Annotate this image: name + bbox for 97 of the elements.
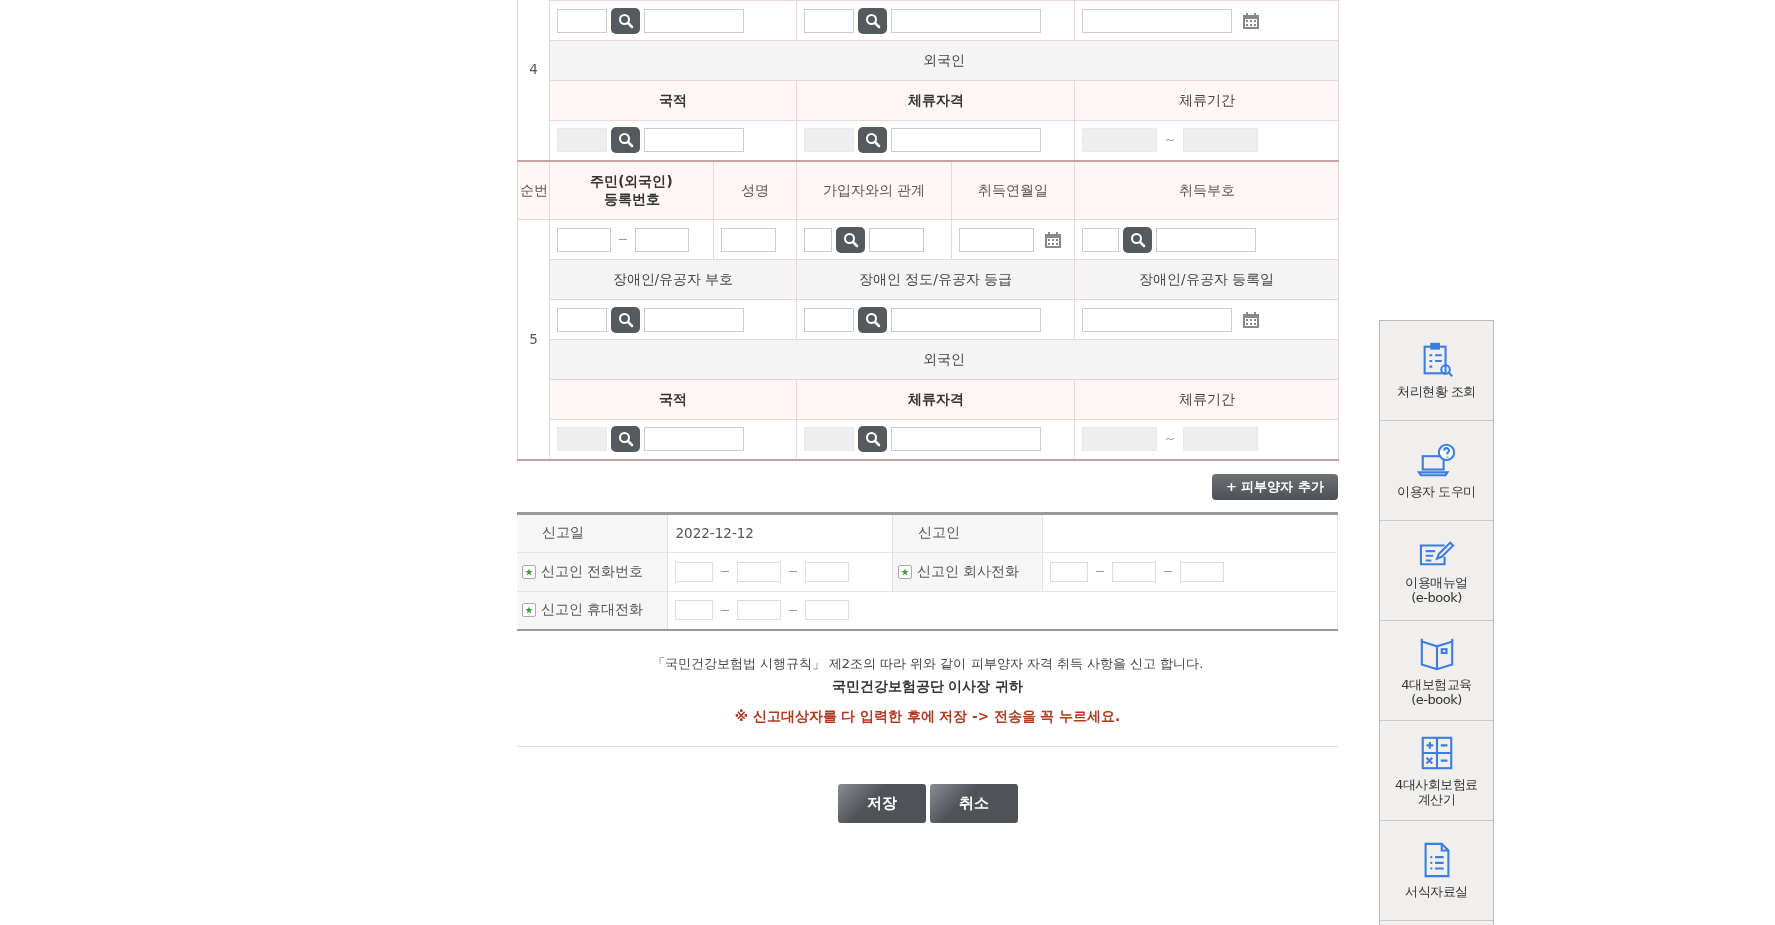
input-field[interactable]	[674, 600, 713, 621]
section-label: 외국인	[549, 40, 1339, 81]
dash-icon	[720, 609, 729, 611]
field-label: 신고인	[916, 524, 960, 542]
tilde-icon	[1165, 137, 1175, 144]
section-label: 외국인	[549, 339, 1339, 380]
input-field[interactable]	[1179, 561, 1224, 582]
search-icon	[617, 132, 634, 149]
input-field[interactable]	[804, 8, 854, 33]
input-field[interactable]	[1049, 561, 1088, 582]
add-dependent-button[interactable]: + 피부양자 추가	[1212, 473, 1338, 500]
input-field[interactable]	[1082, 8, 1232, 33]
input-field[interactable]	[644, 128, 744, 153]
column-header: 순번	[517, 160, 550, 220]
search-icon	[617, 311, 634, 328]
column-header: 취득부호	[1074, 160, 1339, 220]
field-label: 신고인 전화번호	[541, 562, 644, 581]
column-header: 국적	[549, 379, 797, 420]
input-field[interactable]	[736, 561, 781, 582]
input-field[interactable]	[1156, 227, 1256, 252]
input-field[interactable]	[635, 227, 689, 252]
search-button[interactable]	[858, 127, 887, 154]
column-header: 체류기간	[1074, 379, 1339, 420]
column-header: 체류기간	[1074, 80, 1339, 121]
search-icon	[864, 311, 881, 328]
field-label: 신고일	[541, 524, 584, 542]
warning-text: ※ 신고대상자를 다 입력한 후에 저장 -> 전송을 꼭 누르세요.	[733, 708, 1122, 726]
input-field[interactable]	[674, 561, 713, 582]
input-field[interactable]	[804, 307, 854, 332]
search-icon	[864, 132, 881, 149]
input-field[interactable]	[644, 307, 744, 332]
input-field[interactable]	[891, 307, 1041, 332]
search-button[interactable]	[858, 7, 887, 34]
column-header: 취득연월일	[951, 160, 1075, 220]
search-icon	[617, 431, 634, 448]
search-icon	[842, 231, 859, 248]
search-icon	[617, 12, 634, 29]
input-field[interactable]	[736, 600, 781, 621]
dash-icon	[619, 239, 627, 240]
input-field[interactable]	[1082, 227, 1119, 252]
search-button[interactable]	[858, 426, 887, 453]
input-field[interactable]	[891, 8, 1041, 33]
column-header: 가입자와의 관계	[796, 160, 952, 220]
column-header: 장애인/유공자 부호	[549, 259, 797, 300]
column-header: 성명	[713, 160, 797, 220]
input-field[interactable]	[557, 8, 607, 33]
required-icon	[897, 564, 912, 579]
input-field[interactable]	[1111, 561, 1156, 582]
input-field[interactable]	[804, 600, 849, 621]
input-field[interactable]	[959, 227, 1034, 252]
dash-icon	[788, 571, 797, 572]
dash-icon	[788, 609, 797, 611]
input-field[interactable]	[644, 8, 744, 33]
input-field[interactable]	[891, 128, 1041, 153]
search-button[interactable]	[858, 306, 887, 333]
dash-icon	[720, 571, 729, 572]
search-button[interactable]	[611, 7, 640, 34]
search-button[interactable]	[611, 127, 640, 154]
column-header: 장애인 정도/유공자 등급	[796, 259, 1075, 300]
field-label: 신고인 회사전화	[916, 562, 1019, 581]
addressee-text: 국민건강보험공단 이사장 귀하	[830, 678, 1025, 696]
row-number: 4	[517, 0, 550, 161]
search-icon	[864, 431, 881, 448]
input-field[interactable]	[1082, 307, 1232, 332]
search-button[interactable]	[611, 426, 640, 453]
statement-text: 「국민건강보험법 시행규칙」 제2조의 따라 위와 같이 피부양자 자격 취득 사항을 신고 합니다.	[650, 655, 1205, 673]
required-icon	[522, 603, 536, 618]
dash-icon	[1095, 571, 1104, 572]
cancel-button[interactable]: 취소	[929, 784, 1018, 823]
calendar-icon[interactable]	[1044, 230, 1062, 249]
search-button[interactable]	[1123, 226, 1152, 253]
column-header: 체류자격	[796, 379, 1075, 420]
column-header: 체류자격	[796, 80, 1075, 121]
calendar-icon[interactable]	[1242, 310, 1260, 329]
search-icon	[864, 12, 881, 29]
input-field[interactable]	[804, 561, 849, 582]
input-field[interactable]	[869, 227, 924, 252]
column-header: 주민(외국인) 등록번호	[549, 160, 714, 220]
input-field[interactable]	[557, 227, 611, 252]
search-icon	[1129, 231, 1146, 248]
input-field[interactable]	[891, 427, 1041, 452]
dash-icon	[1163, 571, 1172, 572]
input-field[interactable]	[644, 427, 744, 452]
date-value: 2022-12-12	[674, 525, 754, 541]
input-field[interactable]	[557, 307, 607, 332]
calendar-icon[interactable]	[1242, 11, 1260, 30]
tilde-icon	[1165, 436, 1175, 443]
column-header: 국적	[549, 80, 797, 121]
column-header: 장애인/유공자 등록일	[1074, 259, 1339, 300]
required-icon	[522, 564, 536, 579]
save-button[interactable]: 저장	[837, 784, 926, 823]
search-button[interactable]	[836, 226, 865, 253]
row-number: 5	[517, 219, 550, 460]
input-field[interactable]	[804, 227, 832, 252]
input-field[interactable]	[721, 227, 776, 252]
search-button[interactable]	[611, 306, 640, 333]
field-label: 신고인 휴대전화	[541, 601, 644, 620]
